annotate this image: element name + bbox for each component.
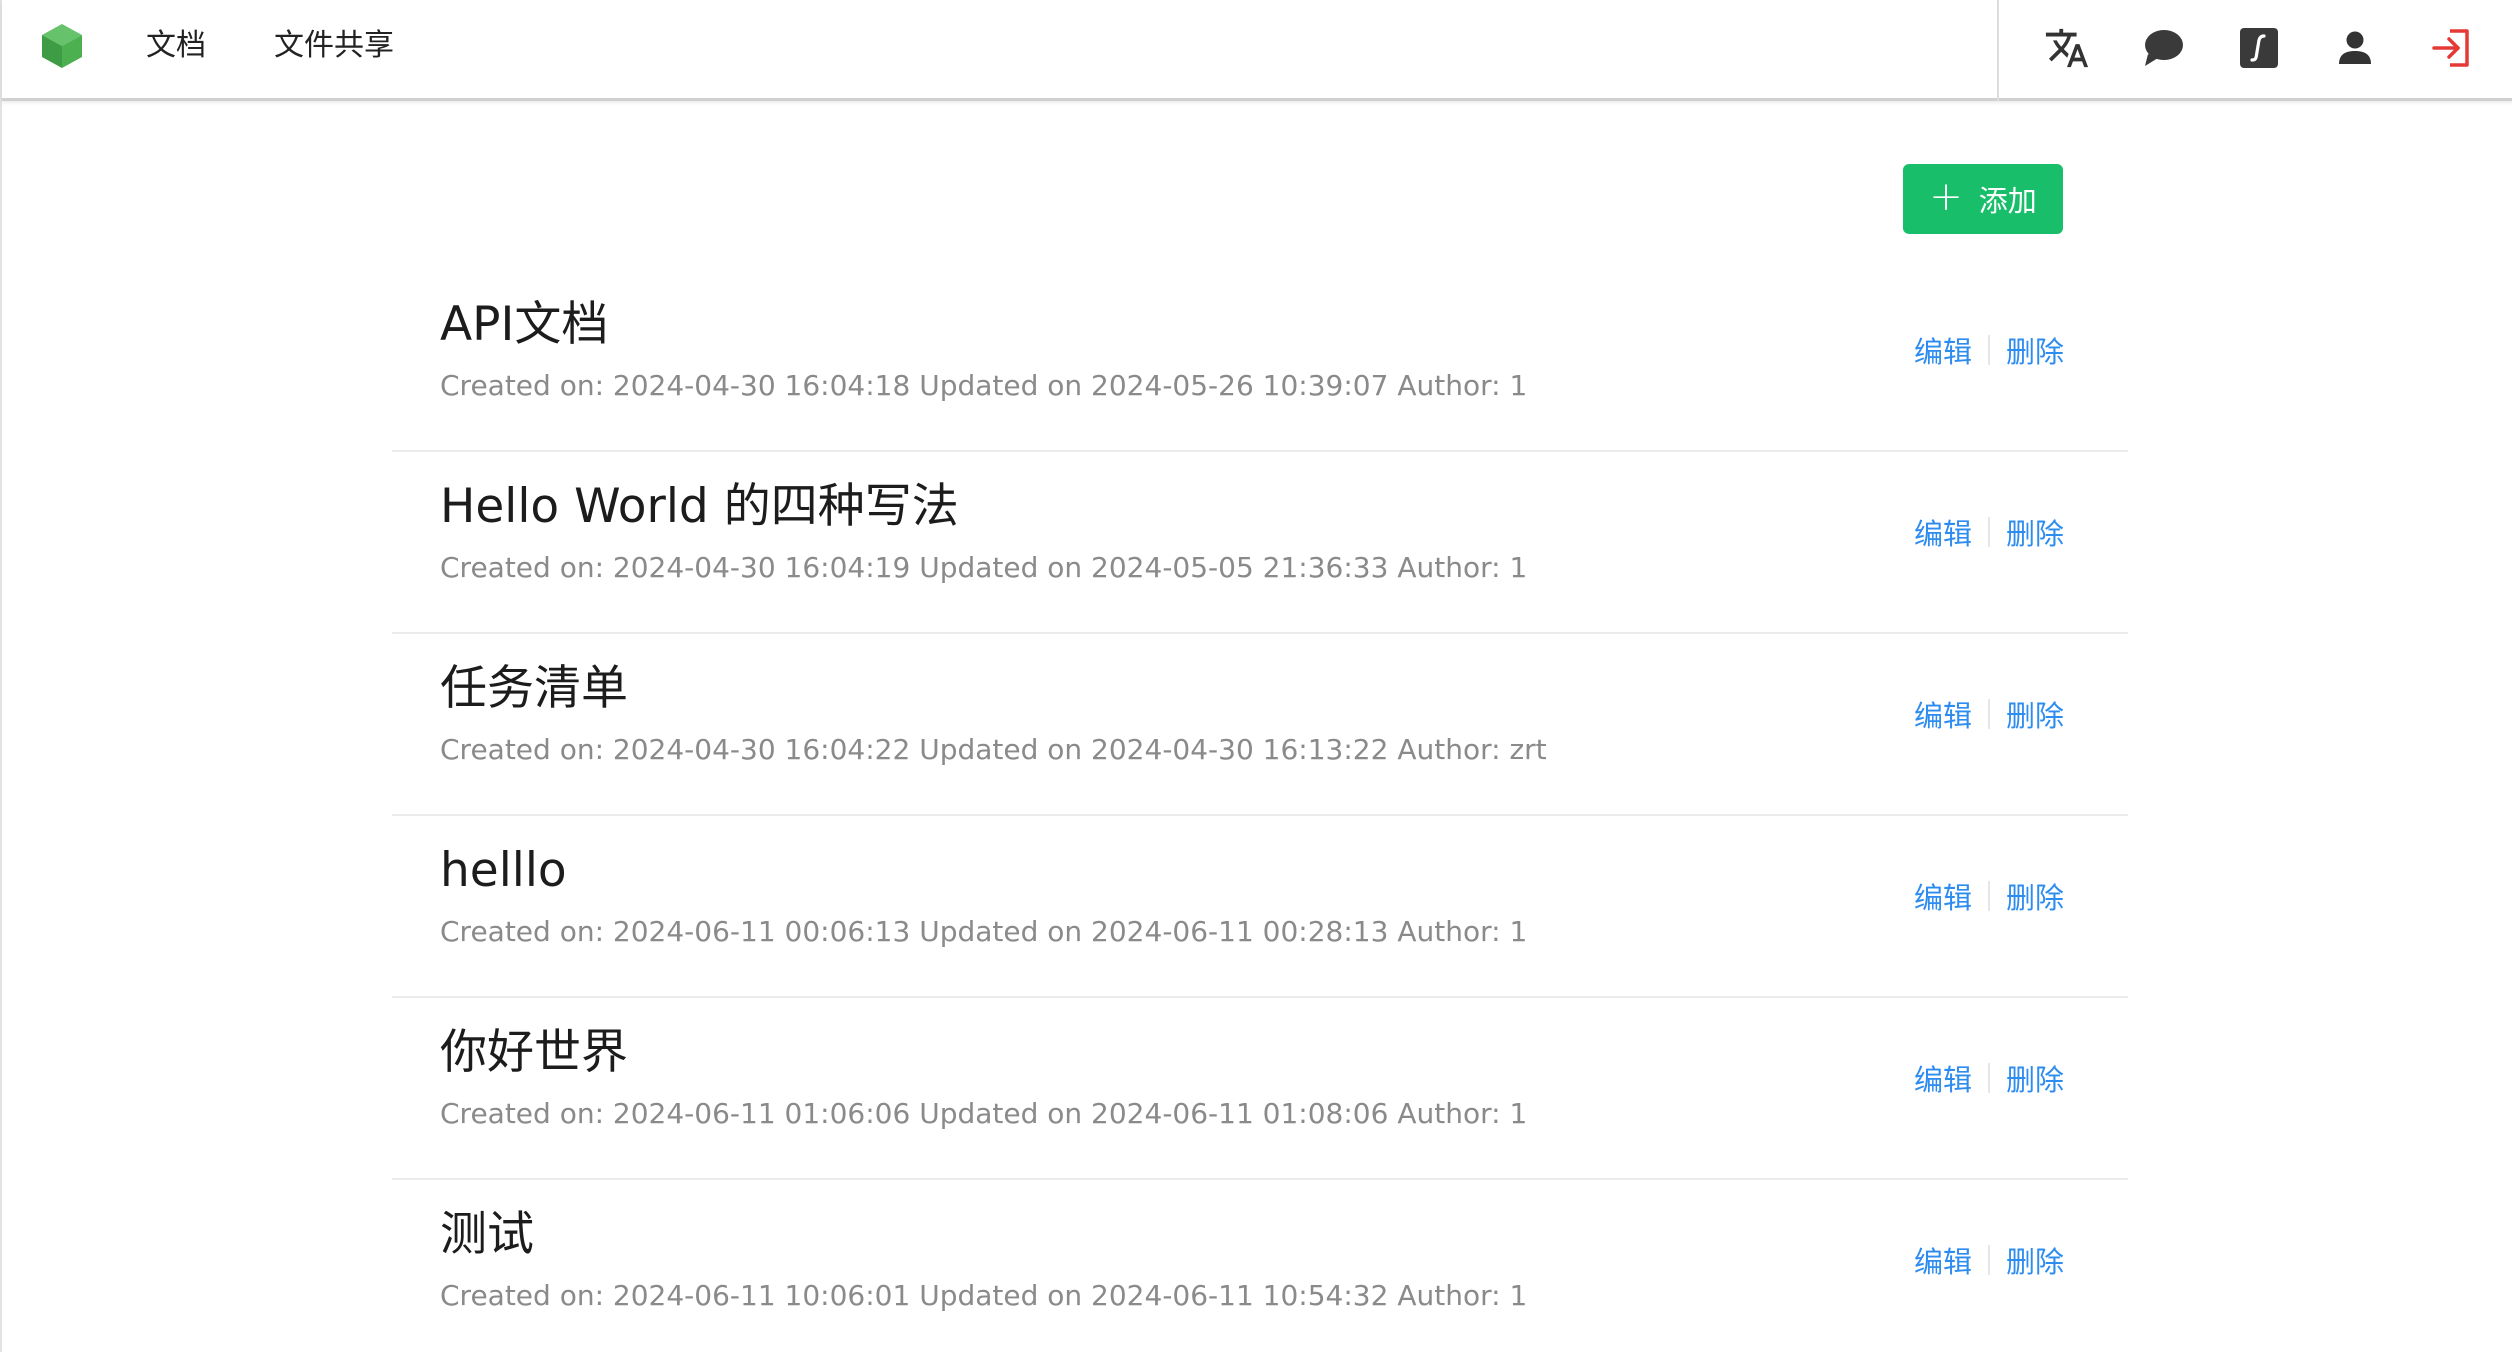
add-button-label: 添加 xyxy=(1978,184,2037,218)
delete-button[interactable]: 删除 xyxy=(2006,1057,2064,1099)
nav-file-share-link[interactable]: 文件共享 xyxy=(274,24,394,68)
divider xyxy=(1987,699,1990,729)
document-title[interactable]: 你好世界 xyxy=(440,1020,628,1086)
app-logo-icon[interactable] xyxy=(40,22,84,70)
document-item: 任务清单 Created on: 2024-04-30 16:04:22 Upd… xyxy=(392,634,2128,816)
divider xyxy=(1987,1063,1990,1093)
document-title[interactable]: 任务清单 xyxy=(440,656,628,722)
delete-button[interactable]: 删除 xyxy=(2006,329,2064,371)
document-meta: Created on: 2024-04-30 16:04:19 Updated … xyxy=(440,551,1528,584)
app-window: 文档 文件共享 + 添加 API文档 Created on: 2024-04-3… xyxy=(0,0,2512,1352)
document-actions: 编辑 删除 xyxy=(1914,876,2064,916)
divider xyxy=(1987,517,1990,547)
document-meta: Created on: 2024-04-30 16:04:22 Updated … xyxy=(440,733,1547,766)
document-item: Hello World 的四种写法 Created on: 2024-04-30… xyxy=(392,452,2128,634)
document-actions: 编辑 删除 xyxy=(1914,1058,2064,1098)
document-meta: Created on: 2024-06-11 10:06:01 Updated … xyxy=(440,1279,1528,1312)
plus-icon: + xyxy=(1929,174,1963,220)
document-meta: Created on: 2024-06-11 01:06:06 Updated … xyxy=(440,1097,1528,1130)
document-title[interactable]: helllo xyxy=(440,838,567,904)
document-actions: 编辑 删除 xyxy=(1914,1240,2064,1280)
formula-icon[interactable] xyxy=(2233,22,2285,74)
edit-button[interactable]: 编辑 xyxy=(1914,511,1972,553)
document-item: 测试 Created on: 2024-06-11 10:06:01 Updat… xyxy=(392,1180,2128,1362)
delete-button[interactable]: 删除 xyxy=(2006,875,2064,917)
document-item: helllo Created on: 2024-06-11 00:06:13 U… xyxy=(392,816,2128,998)
delete-button[interactable]: 删除 xyxy=(2006,693,2064,735)
top-navbar: 文档 文件共享 xyxy=(2,0,2512,101)
add-document-button[interactable]: + 添加 xyxy=(1903,164,2063,234)
divider xyxy=(1987,335,1990,365)
delete-button[interactable]: 删除 xyxy=(2006,1239,2064,1281)
document-actions: 编辑 删除 xyxy=(1914,330,2064,370)
document-title[interactable]: API文档 xyxy=(440,292,608,358)
nav-docs-link[interactable]: 文档 xyxy=(146,24,206,68)
edit-button[interactable]: 编辑 xyxy=(1914,1239,1972,1281)
document-title[interactable]: Hello World 的四种写法 xyxy=(440,474,959,540)
chat-icon[interactable] xyxy=(2137,22,2189,74)
document-meta: Created on: 2024-04-30 16:04:18 Updated … xyxy=(440,369,1528,402)
edit-button[interactable]: 编辑 xyxy=(1914,875,1972,917)
document-actions: 编辑 删除 xyxy=(1914,512,2064,552)
translate-icon[interactable] xyxy=(2041,22,2093,74)
divider xyxy=(1987,1245,1990,1275)
edit-button[interactable]: 编辑 xyxy=(1914,693,1972,735)
user-icon[interactable] xyxy=(2329,22,2381,74)
logout-icon[interactable] xyxy=(2425,22,2477,74)
document-actions: 编辑 删除 xyxy=(1914,694,2064,734)
divider xyxy=(1987,881,1990,911)
document-item: API文档 Created on: 2024-04-30 16:04:18 Up… xyxy=(392,270,2128,452)
document-meta: Created on: 2024-06-11 00:06:13 Updated … xyxy=(440,915,1528,948)
document-item: 你好世界 Created on: 2024-06-11 01:06:06 Upd… xyxy=(392,998,2128,1180)
edit-button[interactable]: 编辑 xyxy=(1914,1057,1972,1099)
delete-button[interactable]: 删除 xyxy=(2006,511,2064,553)
header-toolbar xyxy=(1997,0,2512,101)
edit-button[interactable]: 编辑 xyxy=(1914,329,1972,371)
document-title[interactable]: 测试 xyxy=(440,1202,534,1268)
document-list: API文档 Created on: 2024-04-30 16:04:18 Up… xyxy=(392,270,2128,1362)
